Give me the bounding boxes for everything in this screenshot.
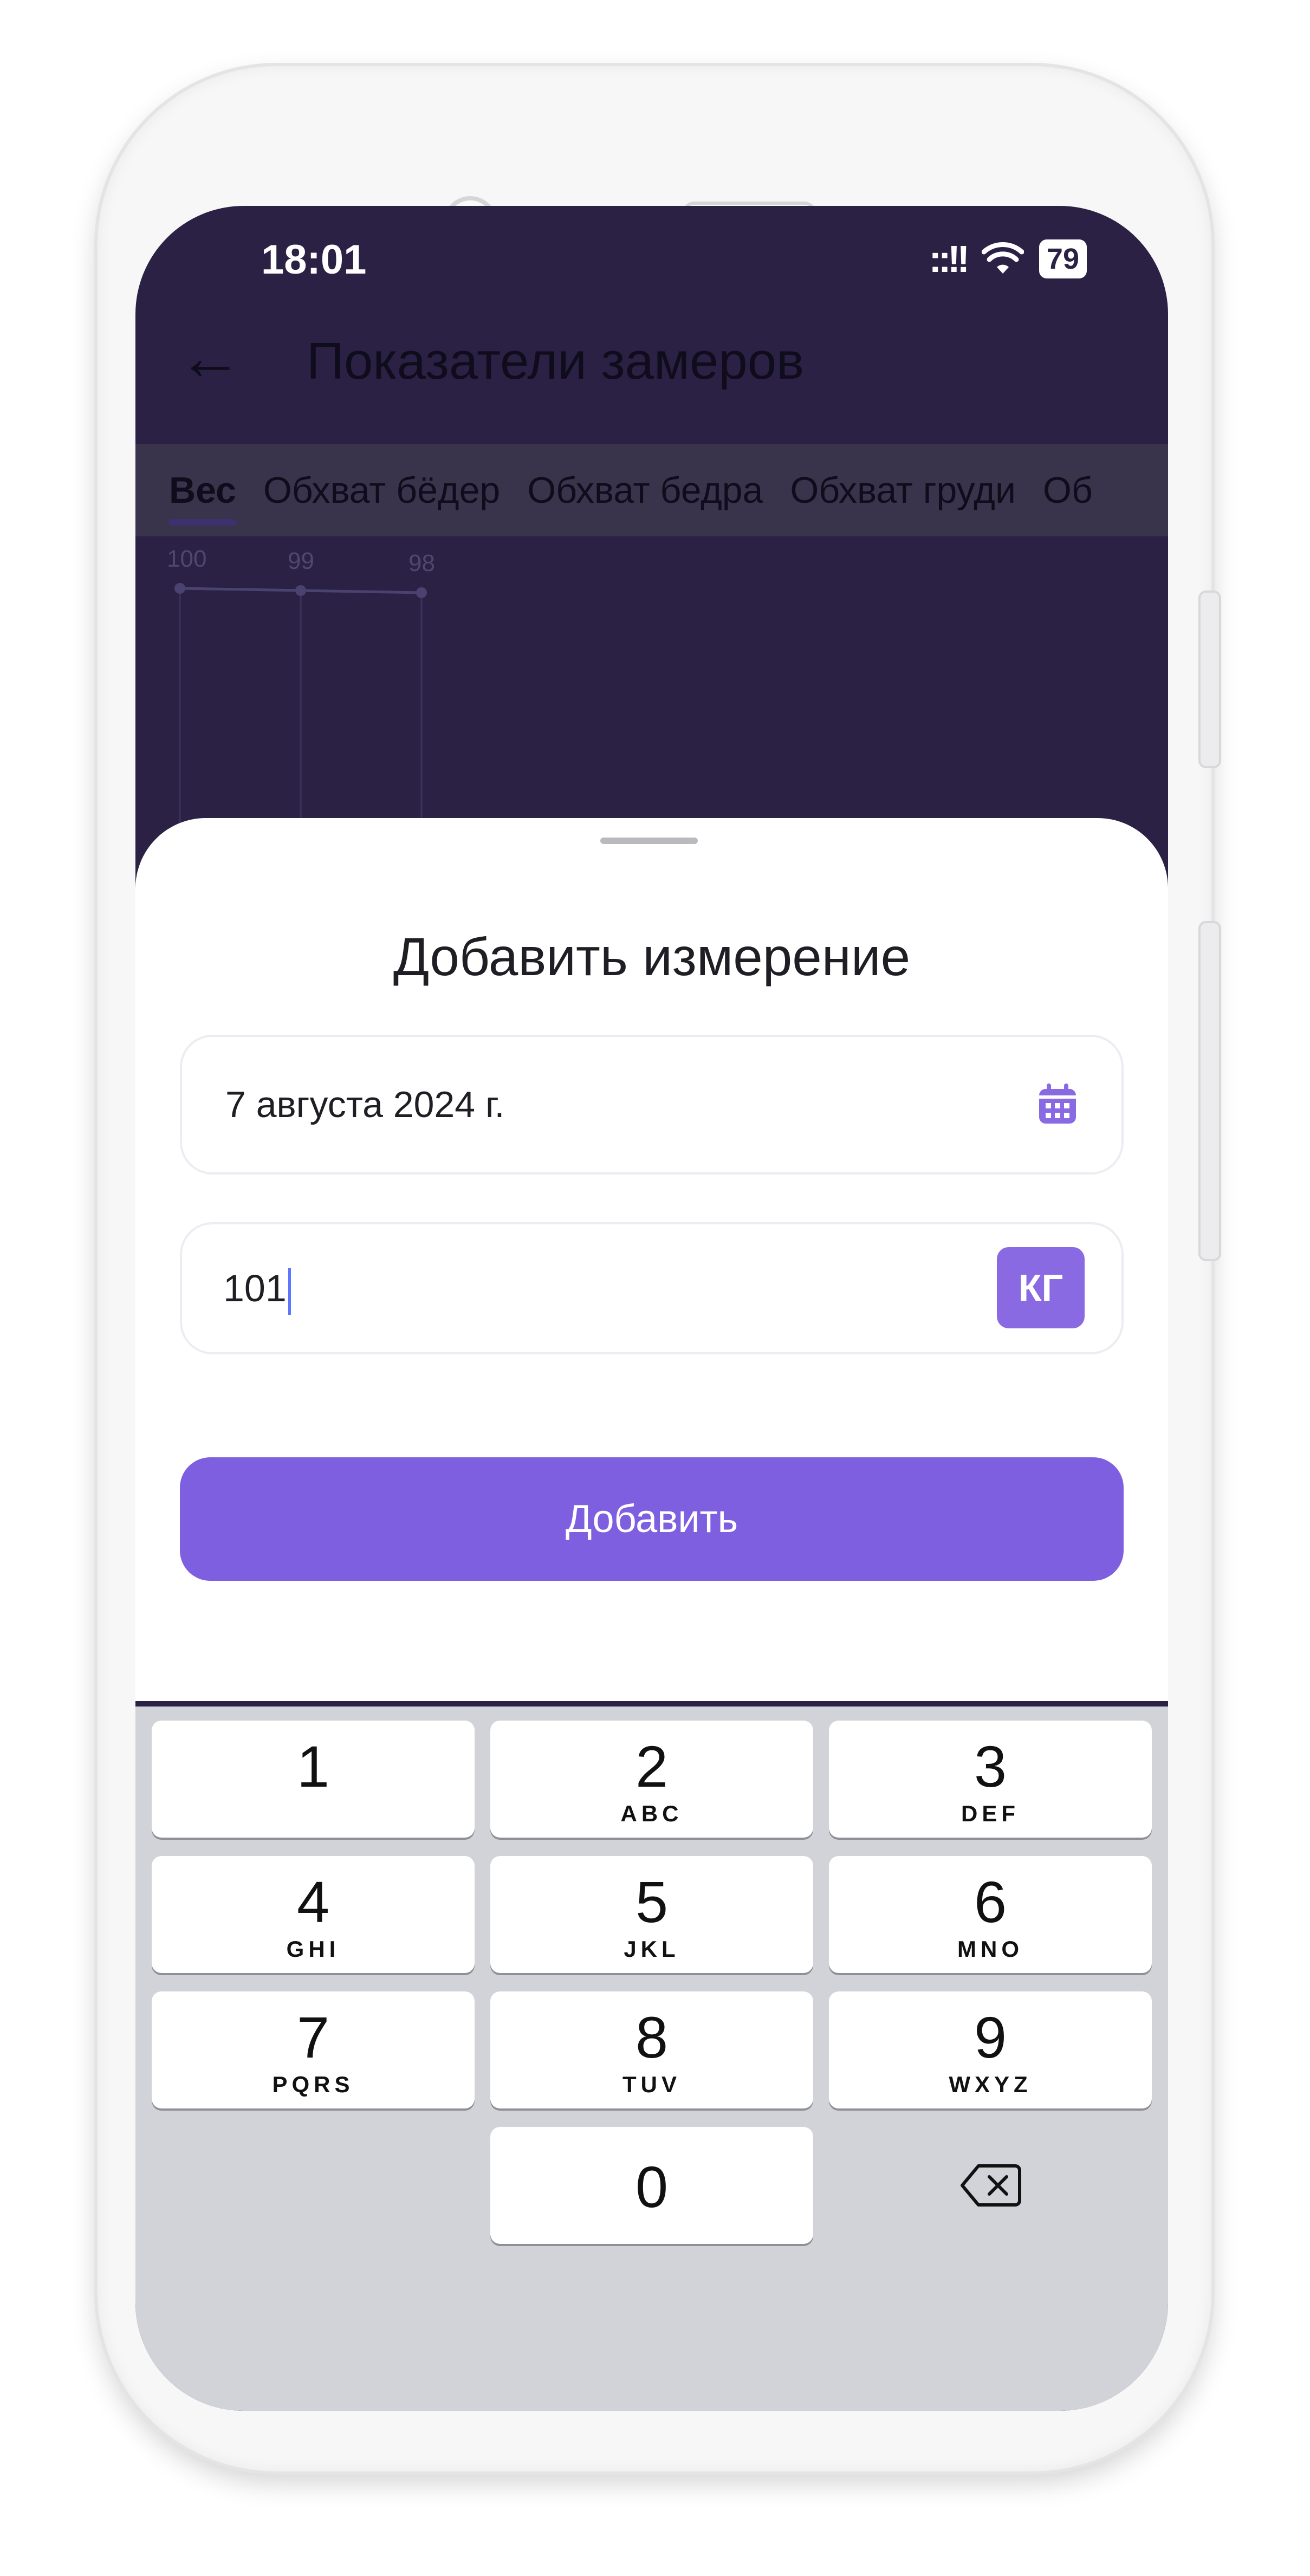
key-6[interactable]: 6 MNO bbox=[829, 1856, 1152, 1973]
key-letters: GHI bbox=[286, 1936, 340, 1962]
calendar-icon[interactable] bbox=[1037, 1082, 1078, 1126]
numeric-keyboard: 1 2 ABC 3 DEF 4 GHI 5 JKL 6 MNO 7 PQRS 8 bbox=[135, 1706, 1168, 2411]
key-letters: ABC bbox=[620, 1801, 683, 1826]
key-digit: 2 bbox=[635, 1734, 669, 1799]
sheet-title: Добавить измерение bbox=[393, 927, 911, 987]
key-digit: 3 bbox=[974, 1734, 1007, 1799]
chart-data-label: 100 bbox=[167, 546, 206, 572]
key-4[interactable]: 4 GHI bbox=[152, 1856, 475, 1973]
text-caret bbox=[288, 1268, 291, 1315]
key-digit: 1 bbox=[296, 1734, 330, 1799]
app-screen: 18:01 ::!! 79 ← Показатели замеров Вес О… bbox=[135, 206, 1168, 2411]
delete-key[interactable] bbox=[829, 2127, 1152, 2244]
key-digit: 9 bbox=[974, 2004, 1007, 2070]
key-7[interactable]: 7 PQRS bbox=[152, 1991, 475, 2108]
key-digit: 0 bbox=[635, 2154, 669, 2220]
measurement-value-text: 101 bbox=[223, 1267, 287, 1309]
tab-thigh-girth[interactable]: Обхват бедра bbox=[527, 469, 763, 511]
key-digit: 5 bbox=[635, 1869, 669, 1935]
tab-partial[interactable]: Об bbox=[1043, 469, 1093, 511]
chart-point bbox=[295, 585, 306, 596]
status-icons: ::!! 79 bbox=[929, 237, 1087, 281]
cellular-signal-icon: ::!! bbox=[929, 238, 970, 280]
backspace-icon bbox=[961, 2164, 1021, 2207]
key-digit: 6 bbox=[974, 1869, 1007, 1935]
key-8[interactable]: 8 TUV bbox=[490, 1991, 813, 2108]
status-time: 18:01 bbox=[261, 237, 367, 283]
measurement-value: 101 bbox=[223, 1267, 291, 1315]
date-field[interactable]: 7 августа 2024 г. bbox=[180, 1035, 1124, 1175]
key-digit: 4 bbox=[296, 1869, 330, 1935]
date-value: 7 августа 2024 г. bbox=[225, 1084, 505, 1125]
volume-up-button bbox=[1198, 591, 1221, 768]
chart-point bbox=[416, 587, 427, 598]
key-0[interactable]: 0 bbox=[490, 2127, 813, 2244]
page-title: Показатели замеров bbox=[307, 332, 805, 390]
chart-point bbox=[174, 583, 185, 594]
sheet-drag-handle[interactable] bbox=[600, 838, 698, 844]
key-letters: WXYZ bbox=[949, 2072, 1032, 2097]
key-letters: MNO bbox=[957, 1936, 1023, 1962]
wifi-icon bbox=[981, 242, 1024, 274]
key-letters: PQRS bbox=[272, 2072, 354, 2097]
chart-data-label: 99 bbox=[288, 548, 314, 574]
measurement-tabs: Вес Обхват бёдер Обхват бедра Обхват гру… bbox=[135, 444, 1168, 536]
key-letters: DEF bbox=[961, 1801, 1020, 1826]
add-button[interactable]: Добавить bbox=[180, 1457, 1124, 1581]
key-3[interactable]: 3 DEF bbox=[829, 1721, 1152, 1838]
key-1[interactable]: 1 bbox=[152, 1721, 475, 1838]
key-digit: 7 bbox=[296, 2004, 330, 2070]
volume-down-button bbox=[1198, 921, 1221, 1261]
add-measurement-sheet: Добавить измерение 7 августа 2024 г. 101… bbox=[135, 818, 1168, 1701]
key-letters: JKL bbox=[624, 1936, 680, 1962]
arrow-left-icon[interactable]: ← bbox=[178, 320, 243, 394]
key-digit: 8 bbox=[635, 2004, 669, 2070]
unit-button[interactable]: КГ bbox=[997, 1247, 1085, 1328]
key-5[interactable]: 5 JKL bbox=[490, 1856, 813, 1973]
key-9[interactable]: 9 WXYZ bbox=[829, 1991, 1152, 2108]
tab-weight[interactable]: Вес bbox=[169, 469, 236, 525]
tab-chest-girth[interactable]: Обхват груди bbox=[790, 469, 1016, 511]
battery-indicator: 79 bbox=[1039, 239, 1087, 278]
tab-hip-girth[interactable]: Обхват бёдер bbox=[263, 469, 500, 511]
key-letters: TUV bbox=[622, 2072, 681, 2097]
key-2[interactable]: 2 ABC bbox=[490, 1721, 813, 1838]
chart-data-label: 98 bbox=[408, 550, 435, 576]
measurement-input[interactable]: 101 КГ bbox=[180, 1222, 1124, 1354]
app-bar: ← Показатели замеров bbox=[135, 298, 1168, 444]
